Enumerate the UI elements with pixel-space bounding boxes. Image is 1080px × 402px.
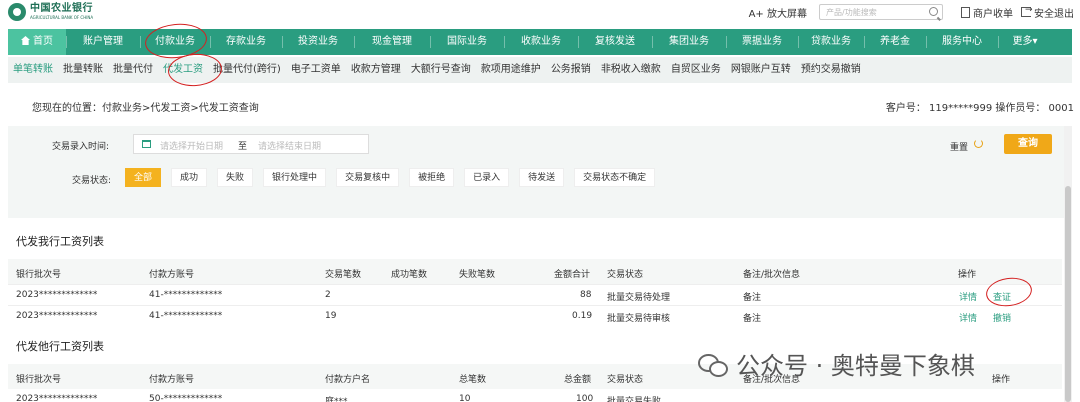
status-chip-pending-send[interactable]: 待发送	[519, 168, 565, 187]
status-chip-entered[interactable]: 已录入	[464, 168, 510, 187]
customer-info: 客户号： 119*****999 操作员号： 0001	[885, 103, 1074, 114]
own-bank-table-title: 代发我行工资列表	[16, 235, 104, 248]
nav-item-more[interactable]: 更多▾	[998, 29, 1052, 55]
merchant-receipt-link[interactable]: 商户收单	[961, 5, 1013, 20]
bank-logo[interactable]: 中国农业银行 AGRICULTURAL BANK OF CHINA	[8, 3, 93, 21]
col-total-count: 总笔数	[459, 375, 487, 385]
logout-icon	[1021, 5, 1033, 17]
sub-item-purpose-maintenance[interactable]: 款项用途维护	[476, 57, 546, 83]
nav-item-international[interactable]: 国际业务	[430, 29, 504, 55]
details-link[interactable]: 详情	[959, 311, 977, 324]
bank-emblem-icon	[8, 3, 26, 21]
nav-item-cash[interactable]: 现金管理	[354, 29, 430, 55]
col-amount-total: 金额合计	[554, 270, 591, 280]
nav-item-loan[interactable]: 贷款业务	[798, 29, 864, 55]
col-remark: 备注/批次信息	[743, 270, 801, 280]
col-batch-no: 银行批次号	[16, 375, 62, 385]
nav-item-review[interactable]: 复核发送	[578, 29, 652, 55]
logout-label: 安全退出	[1034, 8, 1074, 20]
refresh-icon[interactable]	[974, 139, 983, 148]
col-payer-account: 付款方账号	[149, 270, 195, 280]
search-input[interactable]: 产品/功能搜索	[819, 4, 943, 20]
sub-item-scheduled-cancel[interactable]: 预约交易撤销	[796, 57, 866, 83]
col-batch-no: 银行批次号	[16, 270, 62, 280]
sub-item-batch-transfer[interactable]: 批量转账	[58, 57, 108, 83]
col-operation: 操作	[992, 375, 1011, 385]
nav-item-deposit[interactable]: 存款业务	[210, 29, 282, 55]
nav-item-collection[interactable]: 收款业务	[504, 29, 578, 55]
status-chip-failed[interactable]: 失败	[217, 168, 254, 187]
status-chip-processing[interactable]: 银行处理中	[263, 168, 327, 187]
sub-item-account-transfer[interactable]: 网银账户互转	[726, 57, 796, 83]
end-date-placeholder: 请选择结束日期	[258, 142, 322, 152]
scrollbar-thumb[interactable]	[1065, 186, 1071, 402]
sub-item-batch-payment[interactable]: 批量代付	[108, 57, 158, 83]
filter-panel: 交易录入时间: 请选择开始日期 至 请选择结束日期 重置 查询 交易状态: 全部…	[8, 126, 1072, 218]
zoom-screen-button[interactable]: A+ 放大屏幕	[749, 5, 807, 20]
merchant-receipt-label: 商户收单	[973, 8, 1013, 20]
date-range-input[interactable]: 请选择开始日期 至 请选择结束日期	[133, 134, 369, 154]
status-chip-reviewing[interactable]: 交易复核中	[336, 168, 400, 187]
reset-button[interactable]: 重置	[950, 140, 968, 153]
other-bank-table-title: 代发他行工资列表	[16, 340, 104, 353]
col-payer-name: 付款方户名	[325, 375, 371, 385]
col-txn-count: 交易笔数	[325, 270, 362, 280]
wechat-watermark: 公众号 · 奥特曼下象棋	[698, 346, 975, 381]
bank-name-en: AGRICULTURAL BANK OF CHINA	[30, 15, 94, 20]
col-txn-status: 交易状态	[607, 270, 644, 280]
status-chip-success[interactable]: 成功	[171, 168, 208, 187]
nav-item-bills[interactable]: 票据业务	[726, 29, 798, 55]
status-chip-all[interactable]: 全部	[125, 168, 162, 187]
nav-item-group[interactable]: 集团业务	[652, 29, 726, 55]
status-filter-group: 全部 成功 失败 银行处理中 交易复核中 被拒绝 已录入 待发送 交易状态不确定	[125, 168, 665, 187]
nav-item-home[interactable]: 首页	[8, 29, 66, 55]
watermark-text: 公众号 · 奥特曼下象棋	[736, 352, 975, 380]
top-header: 中国农业银行 AGRICULTURAL BANK OF CHINA A+ 放大屏…	[0, 0, 1080, 28]
nav-item-pension[interactable]: 养老金	[864, 29, 926, 55]
cancel-link[interactable]: 撤销	[993, 311, 1011, 324]
search-icon[interactable]	[929, 7, 938, 16]
sub-item-reimbursement[interactable]: 公务报销	[546, 57, 596, 83]
wechat-icon	[698, 352, 728, 377]
sub-item-payee-management[interactable]: 收款方管理	[346, 57, 406, 83]
sub-item-e-payslip[interactable]: 电子工资单	[286, 57, 346, 83]
status-chip-rejected[interactable]: 被拒绝	[409, 168, 455, 187]
start-date-placeholder: 请选择开始日期	[160, 142, 224, 152]
status-label: 交易状态:	[72, 176, 112, 186]
date-to-label: 至	[238, 142, 248, 152]
query-button[interactable]: 查询	[1004, 134, 1052, 154]
own-bank-table-header: 银行批次号 付款方账号 交易笔数 成功笔数 失败笔数 金额合计 交易状态 备注/…	[8, 259, 1062, 284]
bank-name: 中国农业银行	[30, 3, 93, 14]
sub-item-single-transfer[interactable]: 单笔转账	[8, 57, 58, 83]
calendar-icon[interactable]	[142, 140, 151, 148]
entry-time-label: 交易录入时间:	[52, 142, 110, 152]
sub-item-ftz[interactable]: 自贸区业务	[666, 57, 726, 83]
col-operation: 操作	[958, 270, 977, 280]
col-txn-status: 交易状态	[607, 375, 644, 385]
logout-link[interactable]: 安全退出	[1021, 5, 1074, 20]
col-total-amount: 总金额	[564, 375, 592, 385]
nav-item-investment[interactable]: 投资业务	[282, 29, 354, 55]
search-placeholder: 产品/功能搜索	[826, 8, 877, 17]
document-icon	[961, 6, 970, 18]
home-icon	[21, 36, 30, 45]
details-link[interactable]: 详情	[959, 290, 977, 303]
nav-item-service[interactable]: 服务中心	[926, 29, 998, 55]
page-scrollbar[interactable]	[1064, 126, 1072, 402]
breadcrumb: 您现在的位置：付款业务>代发工资>代发工资查询	[32, 103, 259, 114]
col-success-count: 成功笔数	[391, 270, 428, 280]
col-payer-account: 付款方账号	[149, 375, 195, 385]
col-fail-count: 失败笔数	[459, 270, 496, 280]
nav-item-account[interactable]: 账户管理	[66, 29, 140, 55]
status-chip-uncertain[interactable]: 交易状态不确定	[574, 168, 656, 187]
sub-item-nontax-payment[interactable]: 非税收入缴款	[596, 57, 666, 83]
sub-item-bank-code-query[interactable]: 大额行号查询	[406, 57, 476, 83]
